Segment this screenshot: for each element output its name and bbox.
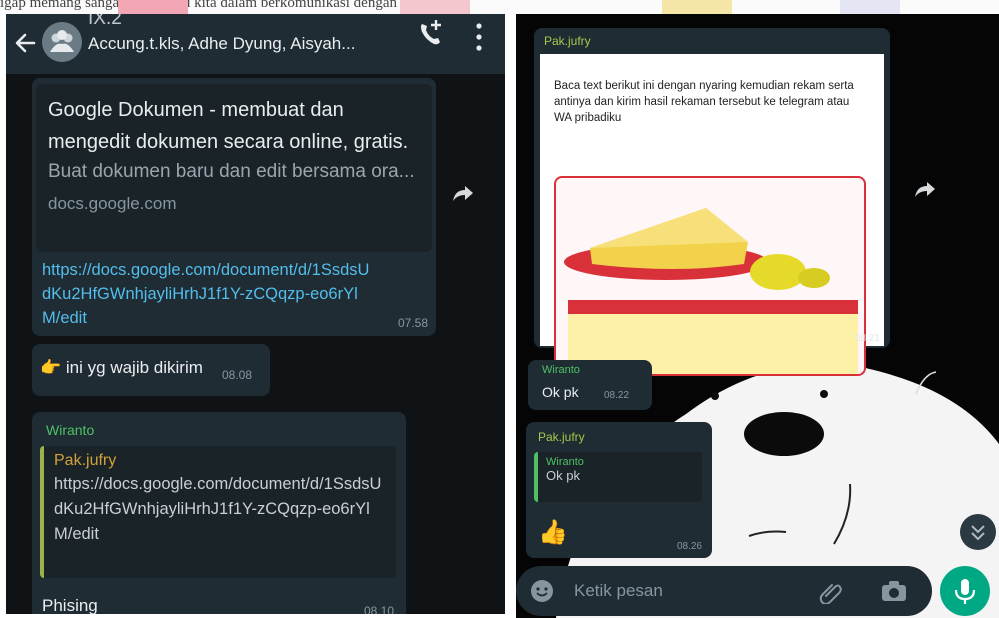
chat-header: IX.2 Accung.t.kls, Adhe Dyung, Aisyah...	[6, 14, 505, 74]
message-time: 08.10	[363, 604, 394, 614]
preview-title: Google Dokumen - membuat dan mengedit do…	[48, 99, 409, 153]
caption-strip: igap memang sangat membantu kita dalam b…	[0, 0, 999, 14]
microphone-icon	[954, 579, 976, 604]
reply-message[interactable]: Wiranto Pak.jufry https://docs.google.co…	[32, 412, 406, 614]
decorative-stripe	[400, 0, 470, 14]
table-header-band	[568, 300, 858, 314]
emoji-icon[interactable]	[530, 579, 554, 603]
right-chat-screen: Pak.jufry Baca text berikut ini dengan n…	[516, 14, 999, 618]
message-text: Phising	[42, 596, 98, 614]
quoted-message[interactable]: Wiranto Ok pk	[534, 452, 702, 502]
pointing-hand-emoji: 👉	[40, 358, 62, 377]
attach-icon[interactable]	[818, 578, 844, 604]
message-time: 07.58	[397, 316, 428, 330]
group-people-icon	[50, 30, 74, 52]
add-call-icon[interactable]	[416, 18, 444, 48]
decorative-stripe	[840, 0, 900, 14]
message-time: 08.21	[854, 333, 880, 344]
link-message[interactable]: Google Dokumen - membuat dan mengedit do…	[32, 78, 436, 336]
document-frame	[554, 176, 866, 376]
camera-icon[interactable]	[880, 579, 908, 603]
quoted-message[interactable]: Pak.jufry https://docs.google.com/docume…	[40, 446, 396, 578]
cake-illustration	[564, 208, 830, 290]
message-text: 👉 ini yg wajib dikirim	[40, 358, 203, 377]
message-link[interactable]: https://docs.google.com/document/d/1Ssds…	[42, 258, 372, 330]
double-chevron-down-icon	[971, 525, 985, 541]
quoted-sender: Wiranto	[546, 456, 584, 468]
sender-name: Wiranto	[46, 422, 95, 438]
decorative-stripe	[118, 0, 188, 14]
scroll-to-bottom-button[interactable]	[960, 514, 996, 550]
group-members[interactable]: Accung.t.kls, Adhe Dyung, Aisyah...	[88, 34, 355, 54]
left-chat-screen: IX.2 Accung.t.kls, Adhe Dyung, Aisyah...…	[6, 14, 505, 614]
forward-icon[interactable]	[914, 180, 936, 198]
thumbs-up-emoji: 👍	[538, 519, 568, 546]
back-arrow-icon[interactable]	[12, 28, 38, 58]
group-avatar[interactable]	[42, 22, 82, 62]
document-text: Baca text berikut ini dengan nyaring kem…	[554, 80, 854, 124]
text-message[interactable]: 👉 ini yg wajib dikirim 08.08	[32, 344, 270, 396]
decorative-stripe	[662, 0, 732, 14]
message-text: Ok pk	[542, 384, 579, 400]
reply-message[interactable]: Pak.jufry Wiranto Ok pk 👍 08.26	[526, 422, 712, 558]
preview-domain: docs.google.com	[48, 194, 177, 213]
image-message[interactable]: Pak.jufry Baca text berikut ini dengan n…	[534, 28, 890, 376]
sender-name: Pak.jufry	[544, 34, 591, 48]
document-image[interactable]: Baca text berikut ini dengan nyaring kem…	[540, 54, 884, 376]
preview-description: Buat dokumen baru dan edit bersama ora..…	[48, 161, 415, 182]
message-input[interactable]	[574, 580, 754, 602]
group-title[interactable]: IX.2	[88, 14, 122, 30]
text-message[interactable]: Wiranto Ok pk 08.22	[528, 360, 652, 410]
message-time: 08.22	[604, 390, 630, 401]
sender-name: Pak.jufry	[538, 430, 585, 444]
forward-icon[interactable]	[452, 184, 474, 202]
caption-text: igap memang sangat membantu kita dalam b…	[0, 0, 448, 11]
link-preview[interactable]: Google Dokumen - membuat dan mengedit do…	[36, 84, 432, 252]
message-time: 08.08	[222, 368, 253, 382]
message-time: 08.26	[676, 541, 702, 552]
quoted-text: Ok pk	[546, 468, 580, 483]
sender-name: Wiranto	[542, 364, 580, 376]
more-options-icon[interactable]	[474, 20, 484, 54]
message-input-bar	[516, 566, 932, 616]
quoted-sender: Pak.jufry	[54, 452, 117, 469]
voice-record-button[interactable]	[940, 566, 990, 616]
quoted-text: https://docs.google.com/document/d/1Ssds…	[54, 475, 382, 543]
